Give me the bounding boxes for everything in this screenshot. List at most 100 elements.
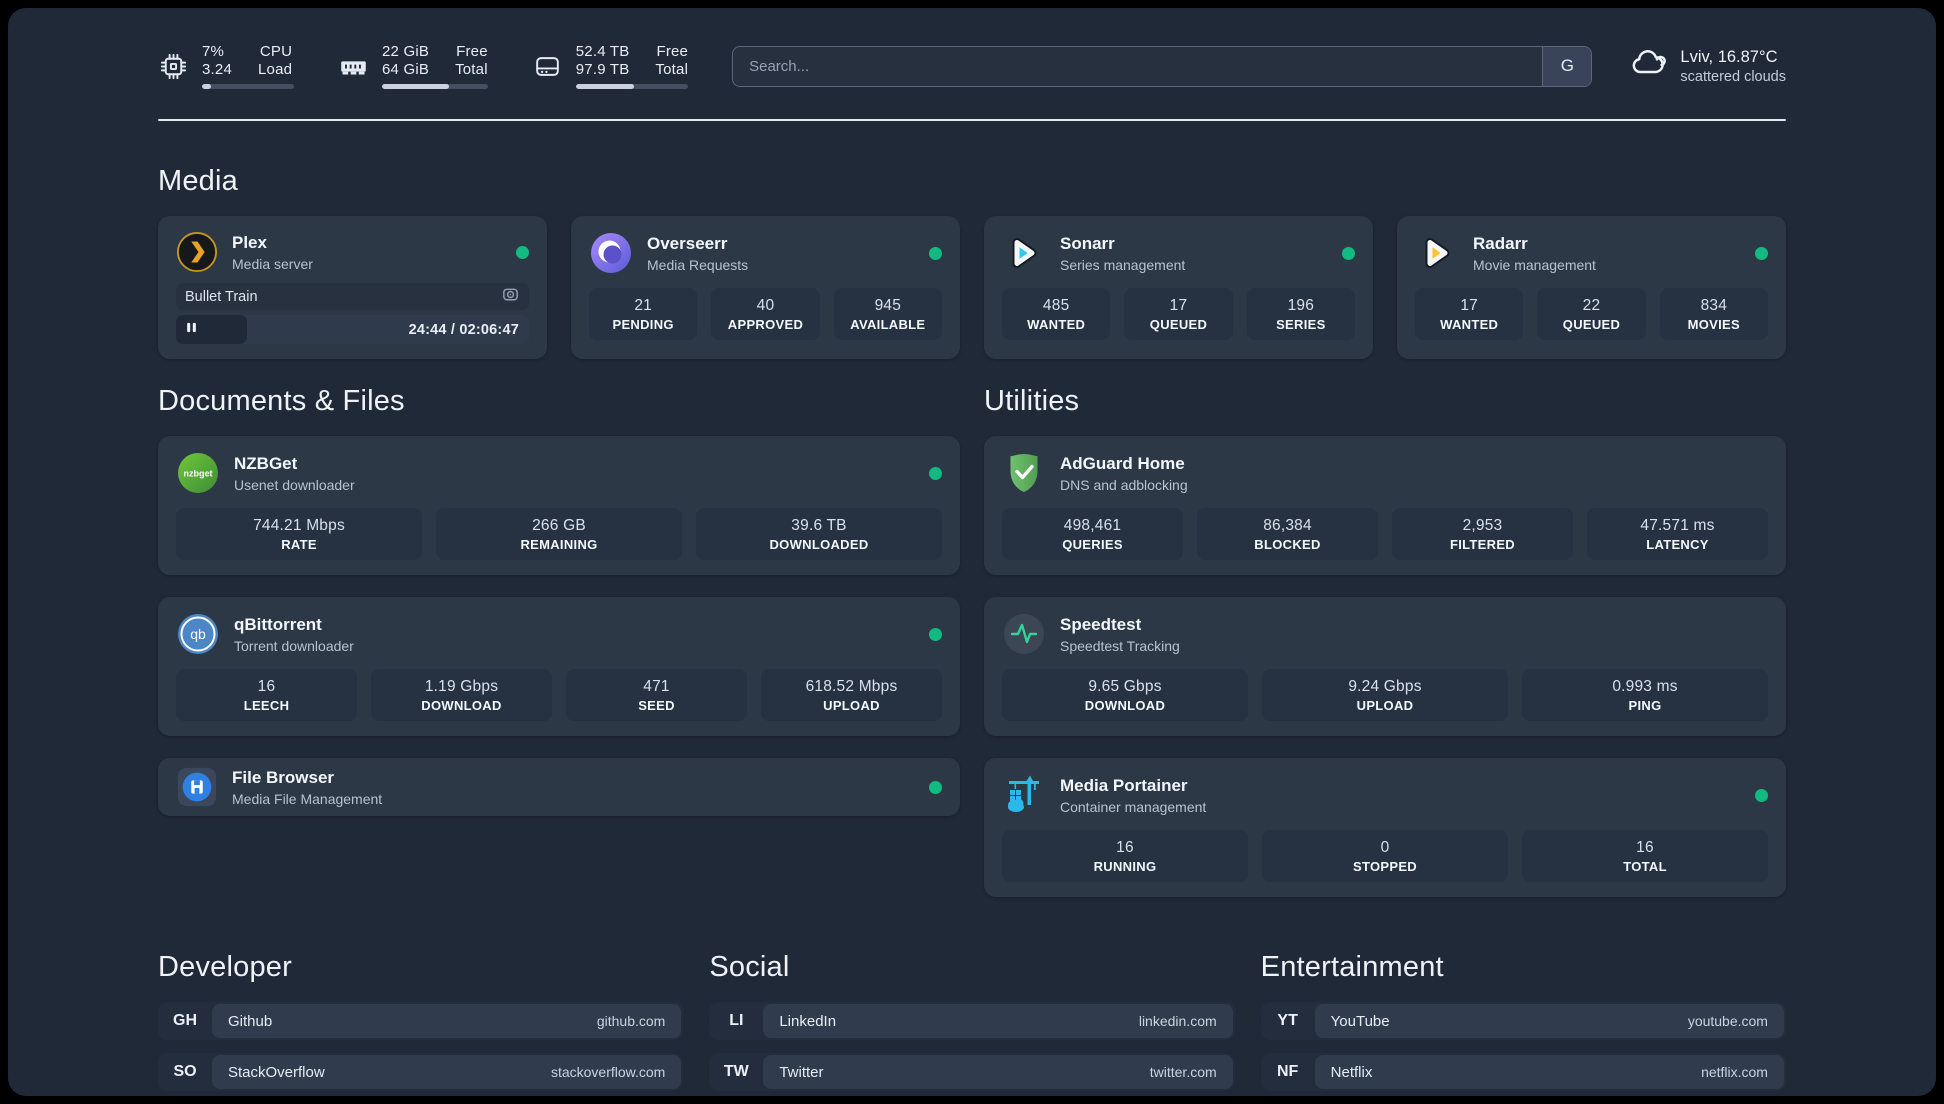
- bookmark-stackoverflow[interactable]: SO StackOverflow stackoverflow.com: [158, 1053, 684, 1091]
- search-input[interactable]: [733, 46, 1543, 86]
- stat-tile: 9.24 Gbps UPLOAD: [1262, 669, 1508, 721]
- bookmark-url: twitter.com: [1149, 1064, 1217, 1080]
- stat-tile: 39.6 TB DOWNLOADED: [696, 508, 942, 560]
- stat-tile: 9.65 Gbps DOWNLOAD: [1002, 669, 1248, 721]
- status-dot: [929, 780, 942, 794]
- status-dot: [1755, 788, 1768, 802]
- bookmark-url: netflix.com: [1701, 1064, 1768, 1080]
- weather-location-temp: Lviv, 16.87°C: [1680, 47, 1778, 66]
- bookmark-netflix[interactable]: NF Netflix netflix.com: [1260, 1053, 1786, 1091]
- app-card-nzbget[interactable]: nzbget NZBGet Usenet downloader 744.21 M…: [158, 436, 960, 575]
- disk-icon: [532, 51, 563, 82]
- bookmark-name: YouTube: [1330, 1012, 1390, 1030]
- bookmark-abbr: GH: [173, 1012, 197, 1029]
- search-engine-label: G: [1560, 56, 1575, 75]
- bookmark-youtube[interactable]: YT YouTube youtube.com: [1260, 1002, 1786, 1040]
- system-stats: 7% 3.24 CPU Load 22 GiB 64 GiB Free Tota…: [158, 43, 689, 89]
- svg-text:nzbget: nzbget: [184, 469, 213, 479]
- stat-tile: 266 GB REMAINING: [436, 508, 682, 560]
- now-playing-title: Bullet Train: [185, 288, 258, 305]
- status-dot: [929, 627, 942, 641]
- bookmark-linkedin[interactable]: LI LinkedIn linkedin.com: [709, 1002, 1235, 1040]
- search-engine-button[interactable]: G: [1542, 46, 1592, 86]
- section-title-utilities: Utilities: [984, 385, 1080, 417]
- cloud-icon: [1630, 45, 1667, 87]
- bookmark-name: Netflix: [1330, 1063, 1373, 1081]
- bookmark-github[interactable]: GH Github github.com: [158, 1002, 684, 1040]
- cpu-progress-bar: [202, 84, 294, 89]
- dashboard: 7% 3.24 CPU Load 22 GiB 64 GiB Free Tota…: [8, 8, 1936, 1096]
- speedtest-icon: [1002, 612, 1046, 656]
- stat-tile: 485 WANTED: [1002, 288, 1111, 340]
- radarr-icon: [1415, 231, 1459, 275]
- topbar: 7% 3.24 CPU Load 22 GiB 64 GiB Free Tota…: [158, 38, 1786, 94]
- app-name: Plex: [232, 232, 267, 252]
- playback-progress-fill: [176, 315, 247, 344]
- app-card-sonarr[interactable]: Sonarr Series management 485 WANTED 17 Q…: [984, 216, 1373, 359]
- section-title-social: Social: [709, 951, 790, 983]
- app-name: qBittorrent: [234, 614, 322, 634]
- app-card-adguard[interactable]: AdGuard Home DNS and adblocking 498,461 …: [984, 436, 1786, 575]
- app-card-filebrowser[interactable]: File Browser Media File Management: [158, 758, 960, 816]
- stat-tile: 834 MOVIES: [1659, 288, 1768, 340]
- bookmark-abbr: SO: [173, 1063, 197, 1080]
- playback-progress-bar[interactable]: 24:44 / 02:06:47: [176, 315, 529, 344]
- section-title-documents: Documents & Files: [158, 385, 405, 417]
- app-subtitle: Container management: [1060, 798, 1207, 815]
- overseerr-icon: [589, 231, 633, 275]
- app-name: Sonarr: [1060, 233, 1115, 253]
- bookmark-name: StackOverflow: [228, 1063, 325, 1081]
- app-card-radarr[interactable]: Radarr Movie management 17 WANTED 22 QUE…: [1397, 216, 1786, 359]
- app-subtitle: Torrent downloader: [234, 637, 354, 654]
- stat-tile: 17 QUEUED: [1124, 288, 1233, 340]
- app-card-qbittorrent[interactable]: qb qBittorrent Torrent downloader 16 LEE…: [158, 597, 960, 736]
- stat-tile: 86,384 BLOCKED: [1197, 508, 1378, 560]
- app-name: Speedtest: [1060, 614, 1142, 634]
- stat-tile: 1.19 Gbps DOWNLOAD: [371, 669, 552, 721]
- stat-tile: 0.993 ms PING: [1522, 669, 1768, 721]
- bookmark-twitter[interactable]: TW Twitter twitter.com: [709, 1053, 1235, 1091]
- app-card-plex[interactable]: Plex Media server Bullet Train 24:44 / 0…: [158, 216, 547, 359]
- bookmark-url: github.com: [596, 1013, 666, 1029]
- status-dot: [516, 245, 529, 259]
- stat-tile: 21 PENDING: [589, 288, 698, 340]
- now-playing-row: Bullet Train: [176, 283, 529, 310]
- app-subtitle: Media Requests: [647, 256, 749, 273]
- app-subtitle: DNS and adblocking: [1060, 476, 1188, 493]
- stat-tile: 945 AVAILABLE: [833, 288, 942, 340]
- pause-icon: [185, 321, 198, 339]
- section-title-developer: Developer: [158, 951, 292, 983]
- weather-condition: scattered clouds: [1680, 68, 1786, 85]
- stat-tile: 498,461 QUERIES: [1002, 508, 1183, 560]
- bookmark-name: Github: [228, 1012, 273, 1030]
- status-dot: [929, 466, 942, 480]
- app-card-portainer[interactable]: Media Portainer Container management 16 …: [984, 758, 1786, 897]
- bookmark-name: Twitter: [779, 1063, 824, 1081]
- stat-tile: 16 LEECH: [176, 669, 357, 721]
- cpu-values: 7% 3.24: [202, 43, 232, 78]
- bookmark-url: stackoverflow.com: [550, 1064, 666, 1080]
- app-name: AdGuard Home: [1060, 453, 1185, 473]
- app-name: Media Portainer: [1060, 775, 1188, 795]
- bookmark-name: LinkedIn: [779, 1012, 837, 1030]
- app-name: File Browser: [232, 767, 335, 787]
- app-card-overseerr[interactable]: Overseerr Media Requests 21 PENDING 40 A…: [571, 216, 960, 359]
- stat-tile: 47.571 ms LATENCY: [1587, 508, 1768, 560]
- memory-values: 22 GiB 64 GiB: [382, 43, 430, 78]
- disk-values: 52.4 TB 97.9 TB: [575, 43, 630, 78]
- status-dot: [1342, 246, 1355, 260]
- app-subtitle: Speedtest Tracking: [1060, 637, 1180, 654]
- stat-tile: 22 QUEUED: [1537, 288, 1646, 340]
- svg-text:qb: qb: [190, 626, 206, 642]
- stat-tile: 618.52 Mbps UPLOAD: [761, 669, 942, 721]
- app-card-speedtest[interactable]: Speedtest Speedtest Tracking 9.65 Gbps D…: [984, 597, 1786, 736]
- stat-tile: 0 STOPPED: [1262, 830, 1508, 882]
- disk-labels: Free Total: [655, 43, 689, 78]
- filebrowser-icon: [176, 766, 218, 808]
- nzbget-icon: nzbget: [176, 451, 220, 495]
- memory-stat: 22 GiB 64 GiB Free Total: [338, 43, 488, 89]
- sonarr-icon: [1002, 231, 1046, 275]
- stat-tile: 196 SERIES: [1246, 288, 1355, 340]
- disk-progress-bar: [575, 84, 689, 89]
- cpu-labels: CPU Load: [258, 43, 293, 78]
